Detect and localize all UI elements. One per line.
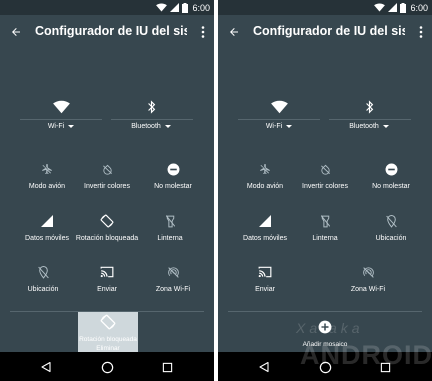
recents-nav-icon[interactable] [159, 359, 175, 375]
divider [228, 311, 422, 312]
location-off-icon [37, 265, 49, 279]
tile-location[interactable]: Ubicación [356, 212, 426, 252]
back-arrow-icon[interactable] [6, 22, 26, 42]
divider [329, 119, 411, 120]
bluetooth-icon [147, 100, 155, 114]
wifi-status-icon [156, 3, 168, 12]
status-time: 6:00 [410, 2, 428, 13]
tile-label: Enviar [255, 286, 275, 293]
status-time: 6:00 [192, 2, 210, 13]
tile-location[interactable]: Ubicación [8, 263, 78, 303]
add-circle-icon [318, 320, 332, 334]
chevron-down-icon[interactable] [68, 125, 75, 128]
airplane-off-icon [260, 164, 270, 174]
tile-label: Ubicación [375, 235, 407, 242]
add-tile-label: Añadir mosaico [302, 341, 348, 348]
hotspot-icon [362, 266, 374, 278]
tile-invert-colors[interactable]: Invertir colores [290, 160, 360, 200]
chevron-down-icon[interactable] [164, 125, 171, 128]
back-nav-icon[interactable] [256, 359, 272, 375]
tile-label: No molestar [154, 183, 192, 190]
tile-label: Linterna [157, 235, 183, 242]
status-bar: 6:00 [0, 0, 214, 15]
tile-label: Bluetooth [131, 123, 161, 130]
signal-status-icon [388, 3, 398, 12]
cellular-signal-icon [259, 215, 271, 227]
divider [111, 119, 193, 120]
home-nav-icon[interactable] [99, 359, 115, 375]
overflow-menu-icon[interactable] [415, 24, 427, 40]
cast-icon [258, 266, 272, 278]
toolbar: Configurador de IU del sist... [218, 15, 432, 49]
page-title: Configurador de IU del sist... [253, 24, 405, 38]
phone-screen-left: 6:00 Configurador de IU del sist... Wi-F… [0, 0, 214, 381]
tile-label: Wi-Fi [47, 123, 65, 130]
screen-rotation-icon [100, 214, 114, 228]
back-nav-icon[interactable] [38, 359, 54, 375]
invert-colors-icon [320, 164, 330, 175]
do-not-disturb-icon [385, 163, 397, 175]
toolbar: Configurador de IU del sist... [0, 15, 214, 49]
wifi-icon [270, 100, 288, 114]
chevron-down-icon[interactable] [286, 125, 293, 128]
tile-label: Wi-Fi [265, 123, 283, 130]
flashlight-icon [165, 214, 175, 227]
add-tile-button[interactable]: Añadir mosaico [276, 320, 374, 352]
tile-rotation-locked[interactable]: Rotación bloqueada [72, 212, 142, 252]
tile-flashlight[interactable]: Linterna [135, 212, 205, 252]
airplane-off-icon [42, 164, 52, 174]
tile-cast[interactable]: Enviar [72, 263, 142, 303]
divider [238, 119, 320, 120]
tile-flashlight[interactable]: Linterna [290, 212, 360, 252]
tile-do-not-disturb[interactable]: No molestar [138, 160, 208, 200]
tiles-area: Wi-Fi Bluetooth Modo avión Invertir colo… [0, 49, 214, 352]
phone-screen-right: 6:00 Configurador de IU del sist... Wi-F… [218, 0, 432, 381]
chevron-down-icon[interactable] [382, 125, 389, 128]
wifi-icon [52, 100, 70, 114]
navigation-bar [0, 352, 214, 381]
divider [20, 119, 102, 120]
home-nav-icon[interactable] [317, 359, 333, 375]
flashlight-icon [320, 214, 330, 227]
back-arrow-icon[interactable] [224, 22, 244, 42]
tile-invert-colors[interactable]: Invertir colores [72, 160, 142, 200]
do-not-disturb-icon [167, 163, 179, 175]
tiles-area: Wi-Fi Bluetooth Modo avión Invertir colo… [218, 49, 432, 352]
tile-hotspot[interactable]: Zona Wi-Fi [333, 263, 403, 303]
bluetooth-icon [365, 100, 373, 114]
recents-nav-icon[interactable] [377, 359, 393, 375]
tile-do-not-disturb[interactable]: No molestar [356, 160, 426, 200]
invert-colors-icon [102, 164, 112, 175]
dragging-tile-label: Rotación bloqueada [79, 336, 137, 343]
dragging-tile[interactable]: Rotación bloqueada Eliminar [78, 312, 138, 352]
page-title: Configurador de IU del sist... [35, 24, 187, 38]
location-off-icon [385, 214, 397, 228]
wifi-status-icon [374, 3, 386, 12]
hotspot-icon [167, 266, 179, 278]
signal-status-icon [170, 3, 180, 12]
overflow-menu-icon[interactable] [197, 24, 209, 40]
status-bar: 6:00 [218, 0, 432, 15]
battery-status-icon [400, 2, 407, 13]
tile-label: Zona Wi-Fi [350, 286, 386, 293]
cast-icon [100, 266, 114, 278]
screen-rotation-icon [100, 314, 116, 330]
battery-status-icon [182, 2, 189, 13]
tile-cast[interactable]: Enviar [230, 263, 300, 303]
tile-label: No molestar [372, 183, 410, 190]
tile-label: Zona Wi-Fi [155, 286, 191, 293]
cellular-signal-icon [41, 215, 53, 227]
tile-hotspot[interactable]: Zona Wi-Fi [138, 263, 208, 303]
navigation-bar [218, 352, 432, 381]
tile-label: Bluetooth [349, 123, 379, 130]
